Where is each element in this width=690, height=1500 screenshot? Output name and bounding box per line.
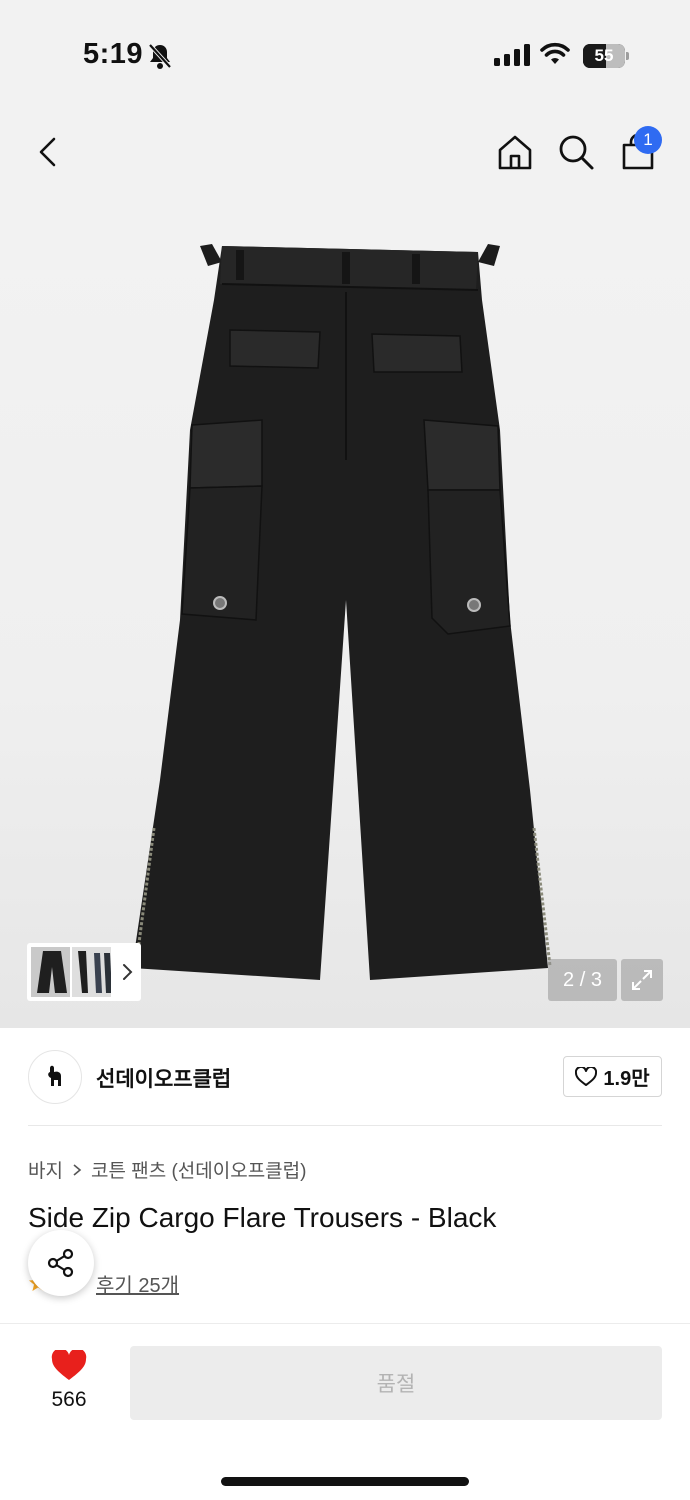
breadcrumb: 바지 코튼 팬츠 (선데이오프클럽) [28,1156,306,1183]
bottom-action-bar: 566 품절 [0,1324,690,1500]
chevron-right-icon [123,964,133,980]
divider [28,1125,662,1126]
search-button[interactable] [554,130,598,174]
share-icon [47,1248,74,1278]
counter-separator: / [579,969,586,991]
back-button[interactable] [26,130,70,174]
top-nav [0,112,690,192]
search-icon [559,135,594,170]
thumbnail-more[interactable] [113,947,141,997]
back-chevron-icon [39,137,56,167]
breadcrumb-item-category[interactable]: 바지 [28,1156,63,1183]
like-button[interactable]: 566 [38,1350,100,1420]
image-counter: 2 / 3 [548,959,617,1001]
brand-logo[interactable] [28,1050,82,1104]
product-image[interactable]: 2 / 3 [0,192,690,1028]
thumbnail-2[interactable] [72,947,112,997]
sold-out-button[interactable]: 품절 [130,1346,662,1420]
status-bar: 5:19 55 [0,0,690,112]
bell-muted-icon [148,43,172,69]
home-button[interactable] [493,130,537,174]
heart-outline-icon [575,1066,598,1086]
product-title: Side Zip Cargo Flare Trousers - Black [28,1202,497,1233]
expand-button[interactable] [621,959,663,1001]
home-icon [498,135,532,170]
thumbnail-strip[interactable] [27,943,141,1001]
cart-count-badge: 1 [634,126,662,154]
signal-icon [494,44,530,66]
status-time: 5:19 [83,38,144,70]
counter-total: 3 [590,969,602,991]
counter-current: 2 [563,969,575,991]
expand-icon [632,970,652,990]
breadcrumb-item-subcategory[interactable]: 코튼 팬츠 (선데이오프클럽) [91,1156,307,1183]
review-link[interactable]: 후기 25개 [96,1269,179,1298]
chevron-right-icon [73,1163,82,1176]
like-count: 566 [51,1388,87,1411]
battery-icon: 55 [583,44,629,68]
brand-logo-icon [48,1065,61,1086]
heart-filled-icon [51,1350,87,1380]
thumbnail-1[interactable] [31,947,71,997]
product-photo-trousers [132,244,552,980]
share-button[interactable] [28,1230,94,1296]
home-indicator [221,1477,469,1486]
battery-level: 55 [594,46,614,65]
brand-row: 선데이오프클럽 1.9만 [0,1028,690,1126]
brand-like-count: 1.9만 [603,1068,650,1090]
brand-name[interactable]: 선데이오프클럽 [96,1063,231,1093]
wifi-icon [540,42,570,64]
brand-like-button[interactable]: 1.9만 [563,1056,662,1097]
